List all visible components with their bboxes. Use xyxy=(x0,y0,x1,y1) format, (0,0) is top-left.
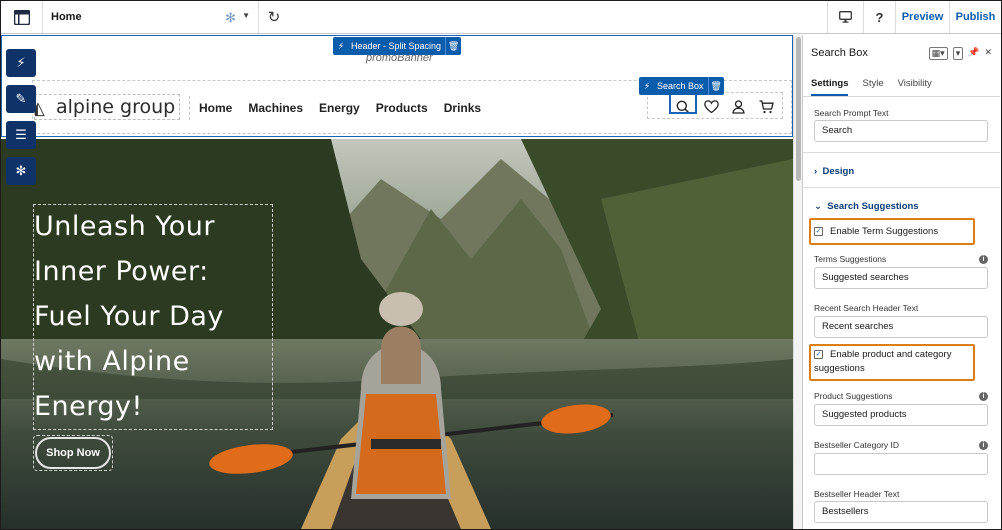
hero-headline-line-2: Inner Power: xyxy=(34,256,209,287)
panel-header-actions: ▦▾ ▾ 📌 ✕ xyxy=(928,47,992,60)
lightning-icon: ⚡ xyxy=(643,80,651,91)
components-button[interactable]: ⚡ xyxy=(6,49,36,77)
search-box-component-chip[interactable]: ⚡ Search Box 🗑 xyxy=(639,77,724,95)
header-component-chip[interactable]: ⚡ Header - Split Spacing 🗑 xyxy=(333,37,462,55)
refresh-icon: ↻ xyxy=(267,9,281,26)
gear-icon: ✻ xyxy=(15,163,27,178)
page-selector[interactable]: Home ✻ ▼ xyxy=(43,1,259,33)
hero-headline-line-4: with Alpine xyxy=(34,346,190,377)
shop-now-button[interactable]: Shop Now xyxy=(35,437,111,469)
pin-icon[interactable]: 📌 xyxy=(968,47,979,60)
logo[interactable]: ◭ alpine group xyxy=(34,94,180,120)
chevron-down-icon[interactable]: ▾ xyxy=(952,47,964,60)
enable-term-suggestions-label: Enable Term Suggestions xyxy=(830,226,939,237)
divider xyxy=(803,187,1000,188)
recent-search-header-label: Recent Search Header Text xyxy=(814,303,919,313)
hero-banner[interactable]: Unleash Your Inner Power: Fuel Your Day … xyxy=(1,139,793,529)
bestseller-category-label: Bestseller Category ID xyxy=(814,440,900,450)
bestseller-header-field[interactable]: Bestsellers xyxy=(814,501,988,523)
canvas-scrollbar[interactable] xyxy=(793,35,802,529)
nav-item-home[interactable]: Home xyxy=(199,96,232,120)
recent-search-header-field[interactable]: Recent searches xyxy=(814,316,988,338)
info-icon[interactable]: i xyxy=(979,255,988,264)
app-launcher-button[interactable] xyxy=(1,1,43,33)
list-icon: ☰ xyxy=(15,127,27,142)
publish-button[interactable]: Publish xyxy=(949,1,1001,33)
product-suggestions-field[interactable]: Suggested products xyxy=(814,404,988,426)
close-icon[interactable]: ✕ xyxy=(984,47,992,60)
page-settings-icon[interactable]: ✻ xyxy=(225,10,236,26)
heart-icon[interactable] xyxy=(701,97,721,117)
search-suggestions-section-toggle[interactable]: ⌄ Search Suggestions xyxy=(814,201,919,212)
enable-product-suggestions-label-line-2: suggestions xyxy=(814,363,865,374)
bestseller-category-field[interactable] xyxy=(814,453,988,475)
top-toolbar: Home ✻ ▼ ↻ ? Preview Publish xyxy=(1,1,1001,34)
device-preview-button[interactable] xyxy=(827,1,863,33)
preview-button[interactable]: Preview xyxy=(895,1,949,33)
enable-product-suggestions-label-line-1: Enable product and category xyxy=(830,349,952,360)
user-icon[interactable] xyxy=(728,97,748,117)
desktop-icon xyxy=(839,11,852,23)
tab-visibility[interactable]: Visibility xyxy=(898,73,932,96)
layout-icon xyxy=(13,9,30,25)
design-section-toggle[interactable]: › Design xyxy=(814,166,854,177)
bestseller-header-label: Bestseller Header Text xyxy=(814,489,900,499)
panel-tabs: Settings Style Visibility xyxy=(803,73,1000,97)
nav-item-energy[interactable]: Energy xyxy=(319,96,360,120)
search-prompt-field[interactable]: Search xyxy=(814,120,988,142)
hero-headline-line-1: Unleash Your xyxy=(34,211,215,242)
nav-item-machines[interactable]: Machines xyxy=(248,96,303,120)
logo-text: alpine group xyxy=(56,96,176,118)
panel-title: Search Box xyxy=(811,47,868,59)
info-icon[interactable]: i xyxy=(979,392,988,401)
lightning-icon: ⚡ xyxy=(16,55,26,70)
tab-settings[interactable]: Settings xyxy=(811,73,849,96)
lightning-icon: ⚡ xyxy=(337,40,345,51)
component-menu-icon[interactable]: ▦▾ xyxy=(928,47,948,60)
refresh-button[interactable]: ↻ xyxy=(259,1,289,33)
page-name: Home xyxy=(51,11,82,23)
search-prompt-label: Search Prompt Text xyxy=(814,108,889,118)
builder-canvas: promoBanner ◭ alpine group Home Machines… xyxy=(1,35,793,529)
page-structure-button[interactable]: ☰ xyxy=(6,121,36,149)
divider xyxy=(803,152,1000,153)
header-icons xyxy=(647,92,783,119)
terms-suggestions-label: Terms Suggestions xyxy=(814,254,887,264)
hero-headline-line-5: Energy! xyxy=(34,391,143,422)
help-button[interactable]: ? xyxy=(863,1,895,33)
tab-style[interactable]: Style xyxy=(862,73,883,96)
enable-product-suggestions-checkbox[interactable]: ✓ xyxy=(814,350,823,359)
property-panel: Search Box ▦▾ ▾ 📌 ✕ Settings Style Visib… xyxy=(802,35,1000,529)
chevron-down-icon[interactable]: ▼ xyxy=(242,11,250,20)
enable-term-suggestions-checkbox[interactable]: ✓ xyxy=(814,227,823,236)
hero-headline-line-3: Fuel Your Day xyxy=(34,301,224,332)
nav-item-products[interactable]: Products xyxy=(376,96,428,120)
search-chip-label: Search Box xyxy=(657,81,704,91)
header-chip-label: Header - Split Spacing xyxy=(351,41,442,51)
delete-icon[interactable]: 🗑 xyxy=(445,37,461,55)
nav-item-drinks[interactable]: Drinks xyxy=(444,96,481,120)
scrollbar-thumb[interactable] xyxy=(796,37,801,181)
settings-button[interactable]: ✻ xyxy=(6,157,36,185)
left-toolbar: ⚡ ✎ ☰ ✻ xyxy=(6,49,36,193)
product-suggestions-label: Product Suggestions xyxy=(814,391,893,401)
info-icon[interactable]: i xyxy=(979,441,988,450)
search-box-selection[interactable] xyxy=(669,93,697,114)
theme-button[interactable]: ✎ xyxy=(6,85,36,113)
search-suggestions-label: Search Suggestions xyxy=(827,201,919,212)
main-navigation: Home Machines Energy Products Drinks xyxy=(189,96,497,120)
design-section-label: Design xyxy=(822,166,855,177)
chevron-right-icon: › xyxy=(814,166,818,177)
brush-icon: ✎ xyxy=(15,91,27,106)
delete-icon[interactable]: 🗑 xyxy=(707,77,724,95)
cart-icon[interactable] xyxy=(756,97,776,117)
terms-suggestions-field[interactable]: Suggested searches xyxy=(814,267,988,289)
chevron-down-icon: ⌄ xyxy=(814,201,822,212)
